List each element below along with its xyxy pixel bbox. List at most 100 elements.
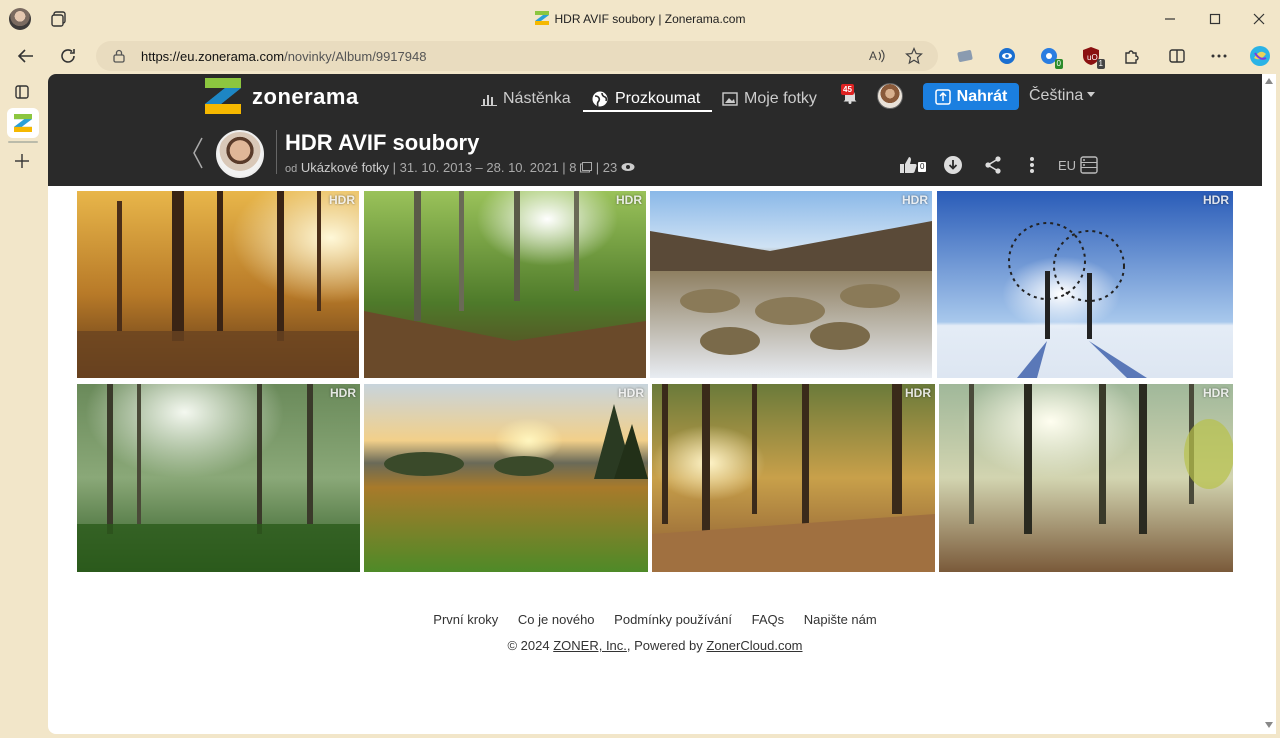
zonerama-logo-icon[interactable] (205, 78, 241, 114)
url-text[interactable]: https://eu.zonerama.com/novinky/Album/99… (141, 49, 426, 64)
new-tab-plus-icon[interactable] (12, 151, 32, 171)
footer-links: První kroky Co je nového Podmínky použív… (48, 612, 1262, 627)
back-chevron-icon[interactable] (191, 136, 205, 170)
zonercloud-link[interactable]: ZonerCloud.com (706, 638, 802, 653)
scroll-up-arrow-icon[interactable] (1265, 78, 1273, 84)
scroll-down-arrow-icon[interactable] (1265, 722, 1273, 728)
nav-explore[interactable]: Prozkoumat (591, 86, 700, 112)
zoner-link[interactable]: ZONER, Inc. (553, 638, 627, 653)
album-meta: od Ukázkové fotky | 31. 10. 2013 – 28. 1… (285, 160, 635, 175)
copilot-icon[interactable] (1248, 44, 1272, 68)
photo-count: 8 (569, 160, 577, 175)
region-text: EU (1058, 158, 1077, 173)
globe-icon (592, 91, 608, 107)
address-bar[interactable]: https://eu.zonerama.com/novinky/Album/99… (96, 41, 938, 71)
photo-tile[interactable]: HDR (937, 191, 1233, 378)
more-menu-icon[interactable] (1209, 46, 1229, 66)
footer-link-first-steps[interactable]: První kroky (433, 612, 498, 627)
site-header: zonerama Nástěnka Prozkoumat Moje fotky … (48, 74, 1262, 186)
photo-winter-trees (937, 191, 1233, 378)
close-icon[interactable] (1249, 9, 1269, 29)
notification-count-badge: 45 (841, 84, 854, 95)
window-title: HDR AVIF soubory | Zonerama.com (0, 11, 1280, 26)
nav-dashboard-label: Nástěnka (503, 90, 571, 107)
maximize-icon[interactable] (1205, 9, 1225, 29)
scrollbar[interactable] (1262, 74, 1276, 734)
nav-explore-label: Prozkoumat (615, 90, 701, 107)
minimize-icon[interactable] (1160, 9, 1180, 29)
lock-icon[interactable] (112, 49, 126, 63)
extension-globe-icon[interactable]: 0 (1039, 46, 1063, 69)
language-dropdown[interactable]: Čeština (1029, 87, 1096, 105)
by-prefix: od (285, 163, 298, 175)
extension-photo-icon[interactable] (955, 46, 975, 66)
region-label: EU (1058, 158, 1076, 173)
hdr-badge: HDR (330, 386, 356, 400)
photo-tile[interactable]: HDR (652, 384, 935, 572)
powered-by-text: , Powered by (626, 638, 703, 653)
nav-my-photos-label: Moje fotky (744, 90, 817, 107)
refresh-icon[interactable] (57, 45, 79, 67)
album-title: HDR AVIF soubory (285, 130, 480, 155)
hdr-badge: HDR (616, 193, 642, 207)
copyright-prefix: © 2024 (507, 638, 550, 653)
hdr-badge: HDR (905, 386, 931, 400)
album-owner-link[interactable]: Ukázkové fotky (301, 160, 389, 175)
photo-tile[interactable]: HDR (77, 384, 360, 572)
vertical-tab-bar (0, 74, 48, 738)
photo-meadow-sunset (364, 384, 648, 572)
photo-foggy-forest (77, 384, 360, 572)
photo-green-forest (364, 191, 646, 378)
album-owner-avatar[interactable] (216, 130, 264, 178)
chevron-down-icon (1087, 92, 1096, 97)
footer-link-whats-new[interactable]: Co je nového (518, 612, 595, 627)
hdr-badge: HDR (1203, 386, 1229, 400)
photo-tile[interactable]: HDR (77, 191, 359, 378)
header-divider (276, 130, 277, 174)
photo-misty-forest (939, 384, 1233, 572)
photo-tile[interactable]: HDR (364, 191, 646, 378)
nav-dashboard[interactable]: Nástěnka (481, 86, 571, 112)
footer-link-contact[interactable]: Napište nám (804, 612, 877, 627)
split-screen-icon[interactable] (1167, 46, 1187, 66)
zonerama-tab-icon[interactable] (13, 113, 33, 133)
photo-tile[interactable]: HDR (364, 384, 648, 572)
photo-tile[interactable]: HDR (650, 191, 932, 378)
extension-badge: 1 (1096, 59, 1105, 69)
upload-button[interactable]: Nahrát (923, 83, 1019, 110)
share-icon[interactable] (982, 154, 1004, 176)
favorite-star-icon[interactable] (905, 47, 923, 65)
read-aloud-icon[interactable]: A (868, 47, 886, 65)
album-date-range: | 31. 10. 2013 – 28. 10. 2021 | (392, 160, 566, 175)
like-thumb-icon[interactable] (897, 154, 919, 176)
zonerama-favicon-icon (534, 11, 549, 25)
extension-eye-icon[interactable] (997, 46, 1017, 66)
like-count: 0 (918, 162, 927, 172)
more-options-icon[interactable] (1021, 154, 1043, 176)
extension-ublock-icon[interactable]: uO 1 (1081, 46, 1105, 69)
logo-text[interactable]: zonerama (252, 84, 359, 110)
hdr-badge: HDR (1203, 193, 1229, 207)
storage-server-icon[interactable] (1078, 154, 1100, 176)
hdr-badge: HDR (618, 386, 644, 400)
user-avatar[interactable] (877, 83, 903, 109)
photo-snowy-meadow (650, 191, 932, 378)
footer-link-terms[interactable]: Podmínky používání (614, 612, 732, 627)
download-icon[interactable] (942, 154, 964, 176)
photos-icon (722, 92, 738, 106)
hdr-badge: HDR (902, 193, 928, 207)
copyright: © 2024 ZONER, Inc., Powered by ZonerClou… (48, 638, 1262, 653)
nav-my-photos[interactable]: Moje fotky (722, 86, 817, 112)
back-icon[interactable] (15, 45, 37, 67)
active-nav-underline (583, 110, 712, 112)
photo-tile[interactable]: HDR (939, 384, 1233, 572)
footer-link-faqs[interactable]: FAQs (752, 612, 785, 627)
upload-label: Nahrát (956, 87, 1008, 105)
page-viewport: zonerama Nástěnka Prozkoumat Moje fotky … (48, 74, 1276, 734)
photo-pine-forest-sunrise (652, 384, 935, 572)
language-label: Čeština (1029, 87, 1084, 104)
extensions-puzzle-icon[interactable] (1122, 46, 1142, 66)
view-count: | 23 (595, 160, 618, 175)
title-bar: HDR AVIF soubory | Zonerama.com (0, 0, 1280, 38)
tab-actions-icon[interactable] (12, 82, 32, 102)
